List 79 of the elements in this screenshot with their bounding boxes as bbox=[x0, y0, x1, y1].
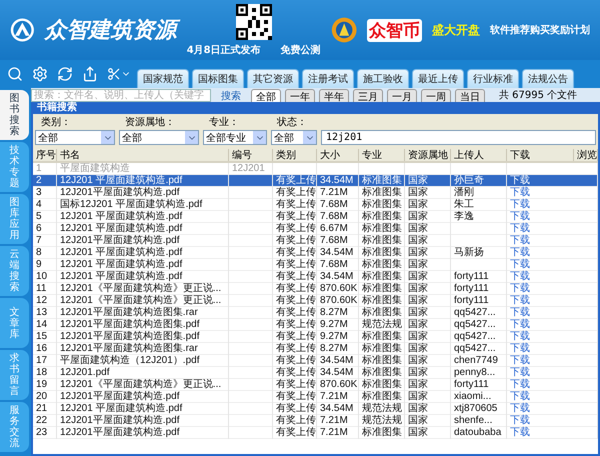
download-link[interactable]: 下载 bbox=[507, 235, 530, 246]
filter-dropdown[interactable]: 全部 bbox=[119, 130, 199, 145]
download-link[interactable]: 下载 bbox=[507, 187, 530, 198]
category-tab[interactable]: 国标图集 bbox=[192, 69, 244, 88]
time-tab[interactable]: 全部 bbox=[251, 88, 281, 102]
download-link[interactable]: 下载 bbox=[507, 319, 530, 330]
category-tab[interactable]: 法规公告 bbox=[522, 69, 574, 88]
chevron-icon bbox=[185, 131, 198, 144]
download-link[interactable]: 下载 bbox=[507, 295, 530, 306]
time-tab[interactable]: 一周 bbox=[421, 88, 451, 102]
category-tab[interactable]: 最近上传 bbox=[412, 69, 464, 88]
column-header[interactable]: 下载 bbox=[507, 149, 574, 161]
download-link[interactable]: 下载 bbox=[507, 271, 530, 282]
time-tab[interactable]: 三月 bbox=[353, 88, 383, 102]
download-link[interactable]: 下载 bbox=[507, 211, 530, 222]
download-link[interactable]: 下载 bbox=[507, 307, 530, 318]
file-count: 共 67995 个文件 bbox=[499, 88, 578, 102]
panel-title: 书籍搜索 bbox=[33, 102, 598, 114]
chevron-icon bbox=[253, 131, 266, 144]
category-tab[interactable]: 国家规范 bbox=[137, 69, 189, 88]
search-button[interactable]: 搜索 bbox=[215, 88, 247, 102]
table-cell: datoubaba bbox=[451, 427, 507, 439]
promo-link[interactable]: 软件推荐购买奖励计划 bbox=[490, 23, 590, 37]
release-date: 4月8日正式发布 bbox=[186, 44, 261, 56]
download-link[interactable]: 下载 bbox=[507, 259, 530, 270]
download-link[interactable]: 下载 bbox=[507, 247, 530, 258]
column-header[interactable]: 资源属地 bbox=[405, 149, 451, 161]
time-tab[interactable]: 一月 bbox=[387, 88, 417, 102]
column-header[interactable]: 上传人 bbox=[451, 149, 507, 161]
filter-label: 类别： bbox=[40, 116, 72, 130]
time-tab[interactable]: 当日 bbox=[455, 88, 485, 102]
column-header[interactable]: 书名 bbox=[57, 149, 229, 161]
coin-slogan: 盛大开盘 bbox=[432, 22, 480, 38]
table-cell: 1 bbox=[33, 163, 57, 174]
filter-dropdown[interactable]: 全部专业 bbox=[203, 130, 267, 145]
side-tab[interactable]: 图书搜索 bbox=[0, 90, 29, 140]
download-link[interactable]: 下载 bbox=[507, 343, 530, 354]
download-link[interactable]: 下载 bbox=[507, 355, 530, 366]
category-tab[interactable]: 行业标准 bbox=[467, 69, 519, 88]
download-link[interactable]: 下载 bbox=[507, 175, 530, 186]
filter-label: 专业： bbox=[208, 116, 240, 130]
download-link[interactable]: 下载 bbox=[507, 331, 530, 342]
download-link[interactable]: 下载 bbox=[507, 367, 530, 378]
chevron-icon bbox=[101, 131, 114, 144]
coin-name: 众智币 bbox=[367, 18, 422, 42]
download-link[interactable]: 下载 bbox=[507, 379, 530, 390]
category-tab[interactable]: 施工验收 bbox=[357, 69, 409, 88]
table-cell: 平屋面建筑构造 bbox=[57, 163, 229, 174]
download-link[interactable]: 下载 bbox=[507, 283, 530, 294]
table-cell: 7.21M bbox=[317, 427, 359, 439]
download-link[interactable]: 下载 bbox=[507, 199, 530, 210]
column-header[interactable]: 编号 bbox=[229, 149, 273, 161]
download-link[interactable]: 下载 bbox=[507, 427, 530, 438]
column-header[interactable]: 大小 bbox=[317, 149, 359, 161]
download-link[interactable]: 下载 bbox=[507, 391, 530, 402]
category-tab[interactable]: 其它资源 bbox=[247, 69, 299, 88]
filter-label: 资源属地： bbox=[124, 116, 176, 130]
column-header[interactable]: 专业 bbox=[359, 149, 405, 161]
time-tab[interactable]: 一年 bbox=[285, 88, 315, 102]
table-cell: 有奖上传 bbox=[273, 427, 317, 439]
time-tab[interactable]: 半年 bbox=[319, 88, 349, 102]
beta-label: 免费公测 bbox=[280, 44, 321, 56]
keyword-field[interactable]: 12j201 bbox=[321, 130, 596, 145]
download-link[interactable]: 下载 bbox=[507, 403, 530, 414]
column-header[interactable]: 类别 bbox=[273, 149, 317, 161]
column-header[interactable]: 序号 bbox=[33, 149, 57, 161]
filter-label: 状态： bbox=[276, 116, 308, 130]
table-cell: 12J201 bbox=[229, 163, 273, 174]
download-link[interactable]: 下载 bbox=[507, 223, 530, 234]
chevron-icon bbox=[303, 131, 316, 144]
category-tab[interactable]: 注册考试 bbox=[302, 69, 354, 88]
table-cell: 12J201平屋面建筑构造.pdf bbox=[57, 427, 229, 439]
table-cell: 标准图集 bbox=[359, 427, 405, 439]
table-cell: 23 bbox=[33, 427, 57, 439]
download-link[interactable]: 下载 bbox=[507, 415, 530, 426]
filter-dropdown[interactable]: 全部 bbox=[271, 130, 317, 145]
column-header[interactable]: 浏览 bbox=[574, 149, 598, 161]
filter-dropdown[interactable]: 全部 bbox=[35, 130, 115, 145]
qr-code-icon bbox=[236, 4, 272, 40]
